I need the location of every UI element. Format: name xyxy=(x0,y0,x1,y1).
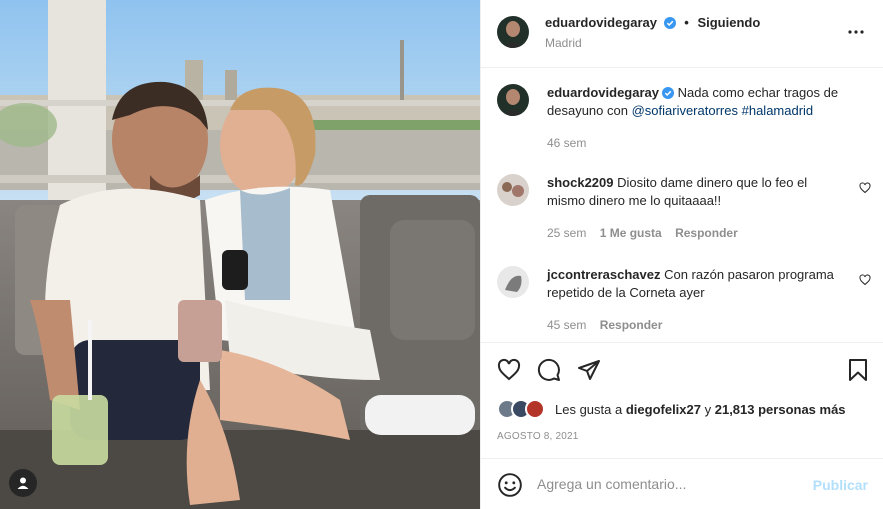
liker-avatar xyxy=(525,399,545,419)
post-photo[interactable] xyxy=(0,0,480,509)
likes-user[interactable]: diegofelix27 xyxy=(626,402,701,417)
author-avatar[interactable] xyxy=(497,16,529,48)
heart-icon[interactable] xyxy=(496,357,522,383)
comment-username[interactable]: jccontreraschavez xyxy=(547,267,660,282)
author-avatar[interactable] xyxy=(497,84,529,116)
comment-username[interactable]: shock2209 xyxy=(547,175,614,190)
comments-section[interactable]: eduardovidegaray Nada como echar tragos … xyxy=(481,68,883,342)
liker-avatars[interactable] xyxy=(497,399,551,419)
reply-button[interactable]: Responder xyxy=(600,318,663,332)
comment-time[interactable]: 25 sem xyxy=(547,226,586,240)
verified-badge-icon xyxy=(663,17,676,29)
commenter-avatar[interactable] xyxy=(497,266,529,298)
post-comment-button[interactable]: Publicar xyxy=(813,477,868,493)
add-comment-bar: Publicar xyxy=(481,458,883,509)
post-header: eduardovidegaray • Siguiendo Madrid xyxy=(481,0,883,68)
bookmark-icon[interactable] xyxy=(845,357,871,383)
post-location[interactable]: Madrid xyxy=(545,36,582,50)
author-username[interactable]: eduardovidegaray xyxy=(545,15,657,30)
tagged-users-button[interactable] xyxy=(9,469,37,497)
like-comment-heart-icon[interactable] xyxy=(859,182,871,194)
caption: eduardovidegaray Nada como echar tragos … xyxy=(497,84,867,154)
caption-time[interactable]: 46 sem xyxy=(547,136,586,150)
share-icon[interactable] xyxy=(576,357,602,383)
likes-summary: Les gusta a diegofelix27 y 21,813 person… xyxy=(497,399,846,419)
comment-time[interactable]: 45 sem xyxy=(547,318,586,332)
likes-connector: y xyxy=(704,401,712,417)
likes-prefix: Les gusta a xyxy=(555,401,623,417)
comment-item: jccontreraschavez Con razón pasaron prog… xyxy=(497,266,871,336)
post-actions: Les gusta a diegofelix27 y 21,813 person… xyxy=(481,342,883,458)
mention-link[interactable]: @sofiariveratorres xyxy=(632,103,738,118)
more-options-icon[interactable] xyxy=(846,22,866,42)
verified-badge-icon xyxy=(662,87,674,99)
caption-username[interactable]: eduardovidegaray xyxy=(547,85,659,100)
comment-likes[interactable]: 1 Me gusta xyxy=(600,226,662,240)
post-image xyxy=(0,0,480,509)
likes-count[interactable]: 21,813 personas más xyxy=(715,402,846,417)
emoji-icon[interactable] xyxy=(497,472,523,498)
comment-item: shock2209 Diosito dame dinero que lo feo… xyxy=(497,174,871,244)
following-button[interactable]: Siguiendo xyxy=(697,15,760,30)
like-comment-heart-icon[interactable] xyxy=(859,274,871,286)
post-sidebar: eduardovidegaray • Siguiendo Madrid edua… xyxy=(480,0,883,509)
user-icon xyxy=(17,477,29,489)
reply-button[interactable]: Responder xyxy=(675,226,738,240)
commenter-avatar[interactable] xyxy=(497,174,529,206)
comment-icon[interactable] xyxy=(536,357,562,383)
separator-dot: • xyxy=(684,15,689,30)
comment-input[interactable] xyxy=(537,473,807,495)
post-date[interactable]: AGOSTO 8, 2021 xyxy=(497,431,579,442)
hashtag-link[interactable]: #halamadrid xyxy=(742,103,814,118)
